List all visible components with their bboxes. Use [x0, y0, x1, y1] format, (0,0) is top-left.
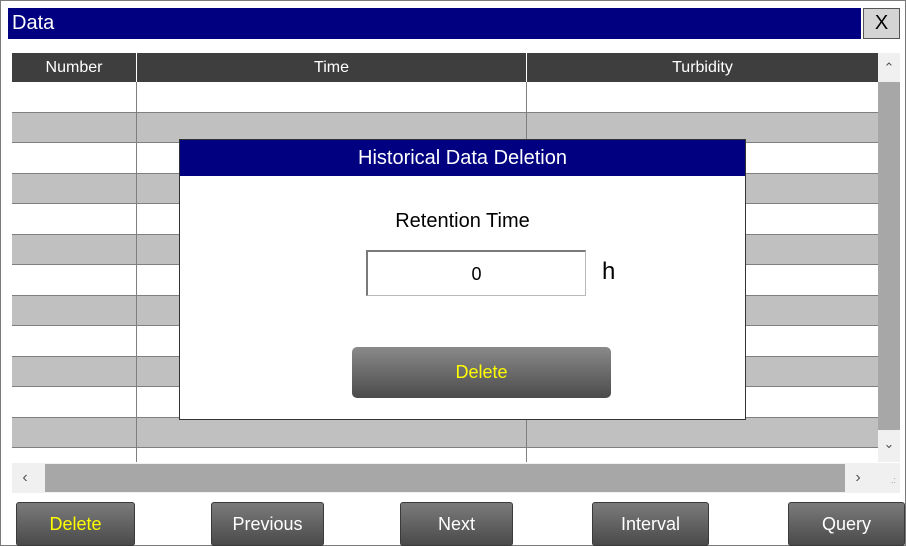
table-row[interactable]: [12, 448, 878, 462]
table-cell: [137, 112, 527, 142]
delete-button[interactable]: Delete: [16, 502, 135, 546]
column-header-number[interactable]: Number: [12, 53, 137, 82]
table-cell: [12, 326, 137, 356]
table-cell: [12, 204, 137, 234]
deletion-dialog: Historical Data Deletion Retention Time …: [179, 139, 746, 420]
table-row[interactable]: [12, 82, 878, 113]
table-cell: [12, 173, 137, 203]
table-cell: [12, 356, 137, 386]
resize-grip-icon: .:: [878, 463, 900, 493]
horizontal-scroll-thumb[interactable]: [45, 464, 845, 492]
scroll-down-icon[interactable]: ⌄: [878, 433, 900, 455]
interval-button[interactable]: Interval: [592, 502, 709, 546]
horizontal-scrollbar[interactable]: ‹ ›: [12, 463, 878, 493]
next-button[interactable]: Next: [400, 502, 513, 546]
column-header-turbidity[interactable]: Turbidity: [527, 53, 878, 82]
table-cell: [12, 448, 137, 462]
table-cell: [527, 448, 878, 462]
retention-time-label: Retention Time: [395, 210, 530, 232]
close-button[interactable]: X: [863, 8, 900, 39]
table-cell: [137, 417, 527, 447]
query-button[interactable]: Query: [788, 502, 905, 546]
vertical-scroll-thumb[interactable]: [878, 82, 900, 430]
window-title: Data: [8, 8, 861, 39]
table-cell: [527, 113, 878, 143]
table-cell: [12, 112, 137, 142]
table-cell: [12, 234, 137, 264]
scroll-left-icon[interactable]: ‹: [14, 463, 36, 493]
scroll-up-icon[interactable]: ⌃: [878, 57, 900, 79]
table-cell: [12, 417, 137, 447]
table-cell: [137, 82, 527, 112]
dialog-title: Historical Data Deletion: [180, 140, 745, 177]
column-header-time[interactable]: Time: [137, 53, 527, 82]
retention-time-input[interactable]: 0: [366, 250, 586, 296]
table-cell: [12, 82, 137, 112]
table-cell: [137, 448, 527, 462]
table-cell: [527, 82, 878, 112]
table-cell: [12, 295, 137, 325]
table-row[interactable]: [12, 417, 878, 448]
table-cell: [12, 265, 137, 295]
vertical-scrollbar[interactable]: ⌃ ⌄: [878, 53, 900, 462]
previous-button[interactable]: Previous: [211, 502, 324, 546]
retention-unit-label: h: [602, 258, 616, 285]
dialog-delete-button[interactable]: Delete: [352, 347, 611, 398]
table-header: Number Time Turbidity: [12, 53, 878, 82]
table-cell: [12, 387, 137, 417]
table-cell: [527, 418, 878, 448]
scroll-right-icon[interactable]: ›: [847, 463, 869, 493]
table-cell: [12, 143, 137, 173]
